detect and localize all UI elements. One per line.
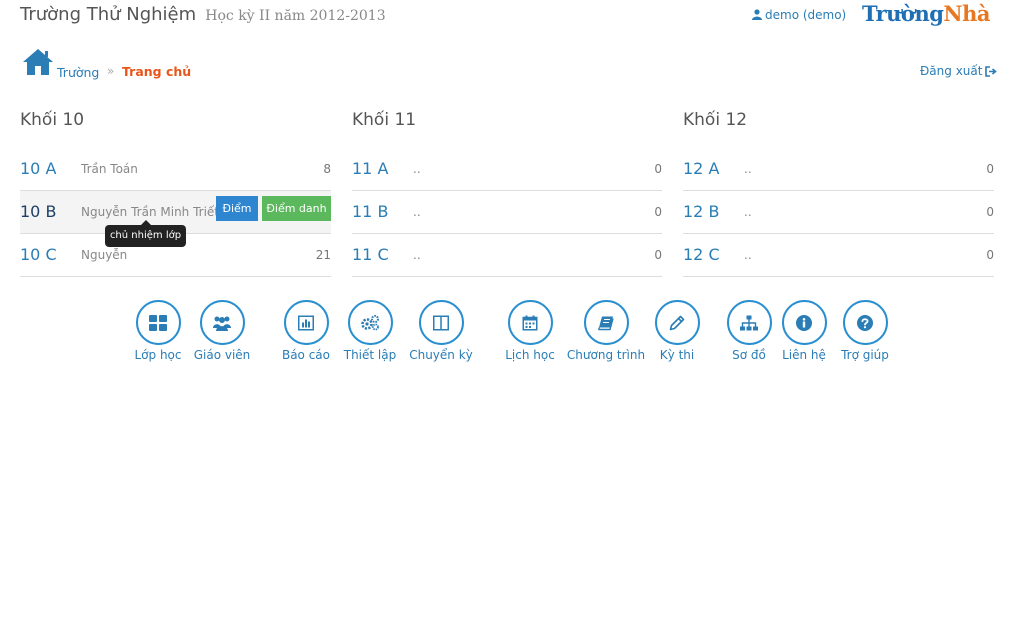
student-count: 0 [986,248,994,262]
user-icon [752,9,762,20]
breadcrumb-home-link[interactable]: Trường [57,65,99,80]
class-name-link[interactable]: 11 A [352,148,388,190]
menu-item-term-transfer[interactable]: Chuyển kỳ [396,300,486,362]
book-icon [598,316,614,330]
calendar-icon [522,315,538,330]
class-name-link[interactable]: 12 A [683,148,719,190]
users-icon [213,316,231,331]
term-label: Học kỳ II năm 2012-2013 [205,8,386,24]
sign-out-icon [985,66,998,77]
homeroom-teacher[interactable]: .. [744,148,752,190]
class-row: 12 C .. 0 [683,234,994,277]
grade-column-11: Khối 11 11 A .. 0 11 B .. 0 11 C .. 0 [352,108,662,277]
class-row: 11 A .. 0 [352,148,662,191]
homeroom-teacher[interactable]: .. [744,191,752,233]
homeroom-teacher[interactable]: .. [413,234,421,276]
class-name-link[interactable]: 11 B [352,191,388,233]
class-name-link[interactable]: 10 A [20,148,56,190]
logo[interactable]: TrườngNhà [862,1,990,26]
menu-label: Chuyển kỳ [409,348,473,362]
grade-column-12: Khối 12 12 A .. 0 12 B .. 0 12 C .. 0 [683,108,994,277]
user-menu[interactable]: demo (demo) [752,8,846,22]
homeroom-teacher[interactable]: .. [413,148,421,190]
student-count: 8 [323,162,331,176]
sitemap-icon [740,315,758,330]
breadcrumb-separator: » [107,64,115,78]
breadcrumb-current: Trang chủ [122,64,192,79]
class-name-link[interactable]: 12 B [683,191,719,233]
menu-item-teachers[interactable]: Giáo viên [177,300,267,362]
home-icon[interactable] [22,48,54,76]
grade-column-10: Khối 10 10 A Trần Toán 8 10 B Nguyễn Trầ… [20,108,331,277]
class-name-link[interactable]: 11 C [352,234,389,276]
class-row: 11 B .. 0 [352,191,662,234]
grade-title: Khối 10 [20,110,85,130]
attendance-button[interactable]: Điểm danh [262,196,331,221]
class-name-link[interactable]: 10 B [20,191,56,233]
bar-chart-icon [298,315,314,330]
grades-button[interactable]: Điểm [216,196,258,221]
question-icon [857,314,873,331]
columns-icon [433,315,449,330]
logout-link[interactable]: Đăng xuất [920,64,998,78]
grade-title: Khối 12 [683,110,748,130]
main-menu: Lớp học Giáo viên Báo cáo Thiết lập Chuy… [0,300,1014,370]
homeroom-teacher[interactable]: Trần Toán [81,148,138,190]
class-name-link[interactable]: 10 C [20,234,57,276]
class-row: 11 C .. 0 [352,234,662,277]
school-name: Trường Thử Nghiệm [20,4,197,25]
class-row: 12 B .. 0 [683,191,994,234]
menu-label: Trợ giúp [841,348,889,362]
student-count: 0 [986,162,994,176]
info-icon [796,314,812,331]
th-large-icon [149,314,167,331]
student-count: 21 [315,248,331,262]
student-count: 0 [654,162,662,176]
page-header: Trường Thử Nghiệm Học kỳ II năm 2012-201… [20,4,386,25]
class-row: 12 A .. 0 [683,148,994,191]
class-row: 10 A Trần Toán 8 [20,148,331,191]
homeroom-tooltip: chủ nhiệm lớp [105,220,186,247]
logout-label: Đăng xuất [920,64,983,78]
student-count: 0 [654,248,662,262]
menu-item-help[interactable]: Trợ giúp [820,300,910,362]
homeroom-teacher[interactable]: .. [744,234,752,276]
menu-label: Giáo viên [193,348,251,362]
homeroom-teacher[interactable]: .. [413,191,421,233]
grade-title: Khối 11 [352,110,417,130]
student-count: 0 [986,205,994,219]
cogs-icon [361,314,379,330]
user-name: demo (demo) [765,8,847,22]
pencil-icon [669,315,685,330]
class-name-link[interactable]: 12 C [683,234,720,276]
student-count: 0 [654,205,662,219]
